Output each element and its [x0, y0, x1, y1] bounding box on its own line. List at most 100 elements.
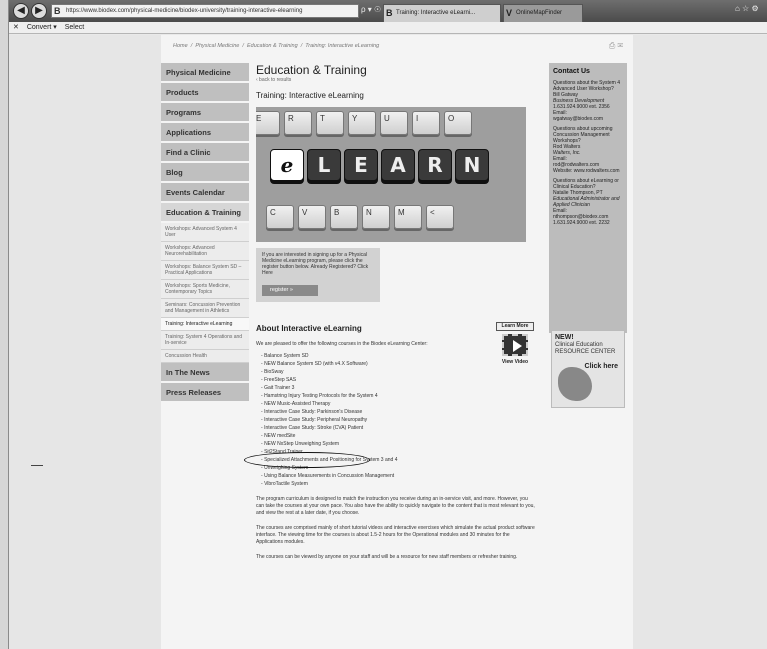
description-paragraph: The courses are comprised mainly of shor… [256, 525, 535, 545]
sidebar-item-products[interactable]: Products [161, 83, 249, 103]
sidebar-subitem[interactable]: Workshops: Advanced Neurorehabilitation [161, 242, 249, 261]
key: U [380, 111, 408, 135]
elearn-keyboard-banner: E R T Y U I O e L E A R N C V B N M < [256, 107, 526, 242]
contact-block: Questions about the System 4 Advanced Us… [553, 80, 623, 122]
contact-role: Educational Administrator and Applied Cl… [553, 196, 620, 208]
sidebar-item-in-the-news[interactable]: In The News [161, 363, 249, 383]
sidebar-subitem[interactable]: Seminars: Concussion Prevention and Mana… [161, 299, 249, 318]
tab-title: OnlineMapFinder [516, 10, 563, 16]
title-bar: ◀ ▶ B https://www.biodex.com/physical-me… [9, 0, 767, 22]
tab-favicon-icon: B [386, 8, 393, 18]
sidebar-item-blog[interactable]: Blog [161, 163, 249, 183]
list-item: Hamstring Injury Testing Protocols for t… [261, 392, 546, 400]
contact-block: Questions about eLearning or Clinical Ed… [553, 178, 623, 226]
section-title: Training: Interactive eLearning [256, 91, 364, 100]
tab-title: Training: Interactive eLearni... [396, 10, 476, 16]
learn-key: L [307, 149, 341, 181]
sidebar-subitem[interactable]: Workshops: Sports Medicine, Contemporary… [161, 280, 249, 299]
page-title: Education & Training [256, 63, 367, 77]
key: O [444, 111, 472, 135]
learn-key: E [344, 149, 378, 181]
convert-button[interactable]: Convert ▾ [27, 24, 57, 31]
key: N [362, 205, 390, 229]
sidebar-item-physical-medicine[interactable]: Physical Medicine [161, 63, 249, 83]
learn-keys: e L E A R N [270, 149, 489, 181]
tab-favicon-icon: V [506, 8, 513, 18]
scroll-indicator [31, 465, 43, 466]
ad-subtitle: RESOURCE CENTER [555, 349, 616, 355]
sidebar-item-events-calendar[interactable]: Events Calendar [161, 183, 249, 203]
register-button[interactable]: register » [262, 285, 318, 296]
back-to-results-link[interactable]: ‹ back to results [256, 77, 546, 84]
list-item: Interactive Case Study: Stroke (CVA) Pat… [261, 424, 546, 432]
sidebar-subitem[interactable]: Workshops: Balance System SD – Practical… [161, 261, 249, 280]
breadcrumb-physical-medicine[interactable]: Physical Medicine [195, 43, 239, 49]
learn-more-label[interactable]: Learn More [496, 322, 534, 331]
sidebar-item-find-a-clinic[interactable]: Find a Clinic [161, 143, 249, 163]
contact-question: Questions about the System 4 Advanced Us… [553, 80, 620, 92]
search-refresh-icon[interactable]: ρ ▾ ☉ [361, 5, 381, 14]
breadcrumb-current: Training: Interactive eLearning [305, 43, 380, 49]
course-list: Balance System SD NEW Balance System SD … [256, 352, 546, 488]
forward-arrow-icon[interactable]: ▶ [31, 3, 47, 19]
page-viewport: Home / Physical Medicine / Education & T… [9, 35, 767, 649]
list-item: NEW Music-Assisted Therapy [261, 400, 546, 408]
sidebar-item-programs[interactable]: Programs [161, 103, 249, 123]
main-content: Education & Training ‹ back to results T… [244, 63, 546, 561]
sidebar: Physical Medicine Products Programs Appl… [161, 63, 249, 403]
learn-key: A [381, 149, 415, 181]
sidebar-item-education-training[interactable]: Education & Training [161, 203, 249, 223]
register-text: If you are interested in signing up for … [262, 252, 369, 276]
contact-question: Questions about upcoming Concussion Mana… [553, 126, 613, 144]
play-video-icon[interactable] [502, 334, 528, 356]
list-item: Interactive Case Study: Peripheral Neuro… [261, 416, 546, 424]
list-item: VibroTactile System [261, 480, 546, 488]
command-bar: ✕ Convert ▾ Select [9, 22, 767, 34]
back-arrow-icon[interactable]: ◀ [13, 3, 29, 19]
list-item: Interactive Case Study: Parkinson's Dise… [261, 408, 546, 416]
print-email-icon[interactable]: ⎙ ✉ [609, 39, 623, 53]
sidebar-subitem[interactable]: Concussion Health [161, 350, 249, 363]
keyboard-row-top: E R T Y U I O [256, 111, 472, 135]
contact-title: Contact Us [553, 68, 590, 75]
learn-more-video[interactable]: Learn More View Video [496, 322, 534, 372]
breadcrumb-home[interactable]: Home [173, 43, 188, 49]
address-text: https://www.biodex.com/physical-medicine… [66, 8, 303, 14]
sidebar-item-press-releases[interactable]: Press Releases [161, 383, 249, 403]
contact-email[interactable]: wgatway@biodex.com [553, 116, 623, 122]
tab-onlinemapfinder[interactable]: V OnlineMapFinder [503, 4, 583, 22]
close-icon[interactable]: ✕ [13, 24, 19, 31]
list-item: Using Balance Measurements in Concussion… [261, 472, 546, 480]
about-section: About Interactive eLearning We are pleas… [244, 322, 546, 561]
view-video-label[interactable]: View Video [496, 359, 534, 365]
key: M [394, 205, 422, 229]
ad-title: Clinical Education [555, 342, 603, 348]
select-button[interactable]: Select [65, 24, 84, 31]
clinical-education-ad[interactable]: NEW! Clinical Education RESOURCE CENTER … [551, 330, 625, 408]
site-favicon-icon: B [54, 6, 61, 16]
list-item: Sit2Stand Trainer [261, 448, 546, 456]
key: T [316, 111, 344, 135]
keyboard-row-bottom: C V B N M < [266, 205, 454, 229]
web-page: Home / Physical Medicine / Education & T… [161, 35, 633, 649]
key: V [298, 205, 326, 229]
tab-active[interactable]: B Training: Interactive eLearni... [383, 4, 501, 22]
description-paragraph: The courses can be viewed by anyone on y… [256, 554, 518, 560]
sidebar-item-applications[interactable]: Applications [161, 123, 249, 143]
breadcrumb-education[interactable]: Education & Training [247, 43, 298, 49]
sidebar-subitem[interactable]: Training: System 4 Operations and In-ser… [161, 331, 249, 350]
list-item: Unweighing System [261, 464, 546, 472]
address-bar[interactable]: B https://www.biodex.com/physical-medici… [51, 4, 359, 18]
list-item: Gait Trainer 3 [261, 384, 546, 392]
sidebar-subitem-current[interactable]: Training: Interactive eLearning [161, 318, 249, 331]
contact-website[interactable]: Website: www.rodwalters.com [553, 168, 623, 174]
ad-click-here[interactable]: Click here [585, 363, 618, 370]
key: E [256, 111, 280, 135]
key: I [412, 111, 440, 135]
register-box: If you are interested in signing up for … [256, 248, 380, 302]
sidebar-subitem[interactable]: Workshops: Advanced System 4 User [161, 223, 249, 242]
contact-block: Questions about upcoming Concussion Mana… [553, 126, 623, 174]
learn-key: e [270, 149, 304, 181]
list-item: Specialized Attachments and Positioning … [261, 456, 546, 464]
home-star-gear-icon[interactable]: ⌂ ☆ ⚙ [735, 4, 759, 13]
